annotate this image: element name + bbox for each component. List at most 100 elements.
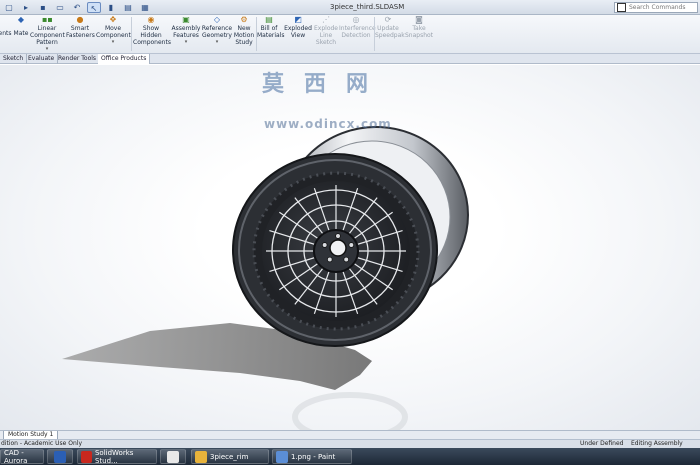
ribbon-label: Bill of Materials: [257, 25, 285, 39]
ribbon-separator: [131, 17, 132, 51]
dropdown-arrow-icon: ▾: [45, 46, 49, 52]
tab-office-products[interactable]: Office Products: [98, 54, 151, 64]
exploded-view-icon: ◩: [294, 15, 302, 24]
watermark-logo: 莫西网: [262, 71, 389, 97]
ribbon-label: ents: [0, 30, 12, 37]
title-bar: ▢ ▸ ▪ ▭ ↶ ↖ ▮ ▤ ▦ 3piece_third.SLDASM Se…: [0, 0, 700, 15]
status-edition: dition - Academic Use Only: [1, 440, 82, 447]
app-icon: [167, 450, 179, 463]
ribbon-components-button[interactable]: ents: [0, 30, 12, 37]
tab-sketch[interactable]: Sketch: [0, 54, 28, 64]
taskbar-label: 3piece_rim: [210, 452, 249, 461]
command-tabs: Sketch Evaluate Render Tools Office Prod…: [0, 54, 700, 64]
taskbar-label: SolidWorks Stud...: [94, 448, 134, 465]
ribbon-new-motion-study-button[interactable]: ⚙ New Motion Study: [233, 15, 255, 47]
file-properties-icon[interactable]: ▤: [121, 2, 135, 13]
ribbon-interference-button[interactable]: ◎ Interference Detection: [339, 15, 376, 40]
speedpak-icon: ⟳: [384, 15, 392, 24]
options-icon[interactable]: ▦: [138, 2, 152, 13]
solidworks-icon: [81, 450, 92, 463]
ribbon-assembly-features-button[interactable]: ▣ Assembly Features ▾: [171, 16, 201, 46]
open-file-icon[interactable]: ▸: [19, 2, 33, 13]
explode-line-icon: ⋰: [322, 15, 330, 24]
ribbon-label: Take Snapshot: [404, 25, 434, 39]
ribbon-smart-fasteners-button[interactable]: ● Smart Fasteners: [66, 15, 95, 40]
ribbon-linear-pattern-button[interactable]: ▪▪ Linear Component Pattern ▾: [30, 15, 65, 53]
lug-hole: [335, 233, 341, 239]
document-title: 3piece_third.SLDASM: [330, 3, 405, 11]
taskbar-item-cad-aurora[interactable]: CAD - Aurora: [0, 448, 44, 465]
taskbar-label: CAD - Aurora: [4, 448, 28, 465]
status-mode: Editing Assembly: [631, 440, 683, 447]
show-hidden-icon: ◉: [147, 15, 155, 24]
save-icon[interactable]: ▪: [36, 2, 50, 13]
rim-center-bore: [329, 239, 347, 257]
ribbon-exploded-view-button[interactable]: ◩ Exploded View: [283, 15, 313, 40]
ribbon-reference-geometry-button[interactable]: ◇ Reference Geometry ▾: [201, 16, 233, 46]
taskbar-item-word[interactable]: [47, 449, 73, 464]
ribbon-bom-button[interactable]: ▤ Bill of Materials: [257, 15, 285, 40]
floor-reflection: [292, 392, 408, 430]
ribbon-label: Interference Detection: [339, 25, 376, 39]
word-icon: [54, 450, 66, 463]
ribbon-label: New Motion Study: [233, 25, 255, 46]
undo-icon[interactable]: ↶: [70, 2, 84, 13]
taskbar-item-3piece-rim[interactable]: 3piece_rim: [191, 449, 269, 464]
watermark-url: www.odincx.com: [264, 117, 392, 131]
interference-icon: ◎: [352, 15, 360, 24]
bill-of-materials-icon: ▤: [265, 15, 273, 24]
ribbon-label: Mate: [13, 30, 29, 37]
taskbar-label: 1.png - Paint: [291, 452, 336, 461]
taskbar-item-app[interactable]: [160, 449, 186, 464]
dropdown-arrow-icon: ▾: [184, 39, 188, 45]
ribbon-label: Move Component: [96, 25, 131, 39]
command-manager-ribbon: ents ◆ Mate ▪▪ Linear Component Pattern ▾ ●…: [0, 15, 700, 54]
dropdown-arrow-icon: ▾: [215, 39, 219, 45]
ribbon-label: Smart Fasteners: [66, 25, 95, 39]
taskbar-item-paint[interactable]: 1.png - Paint: [272, 449, 352, 464]
motion-study-icon: ⚙: [240, 15, 248, 24]
taskbar-item-solidworks[interactable]: SolidWorks Stud...: [77, 448, 157, 465]
move-component-icon: ✥: [109, 15, 117, 24]
tab-evaluate[interactable]: Evaluate: [25, 54, 59, 64]
lug-hole: [326, 256, 333, 263]
linear-pattern-icon: ▪▪: [42, 15, 53, 24]
ribbon-explode-line-sketch-button[interactable]: ⋰ Explode Line Sketch: [313, 15, 339, 47]
search-commands-box[interactable]: Search Commands: [614, 2, 698, 13]
lug-hole: [321, 242, 328, 248]
ribbon-label: Linear Component Pattern: [30, 25, 65, 46]
search-placeholder: Search Commands: [629, 4, 686, 11]
rebuild-icon[interactable]: ▮: [104, 2, 118, 13]
ribbon-label: Update Speedpak: [375, 25, 405, 39]
folder-icon: [195, 450, 207, 463]
assembly-features-icon: ▣: [182, 15, 190, 24]
mate-icon: ◆: [17, 15, 25, 24]
status-definition: Under Defined: [580, 440, 624, 447]
new-file-icon[interactable]: ▢: [2, 2, 16, 13]
print-icon[interactable]: ▭: [53, 2, 67, 13]
camera-icon: ◙: [415, 15, 423, 24]
tab-render-tools[interactable]: Render Tools: [55, 54, 101, 64]
search-icon: [617, 3, 626, 12]
select-icon[interactable]: ↖: [87, 2, 101, 13]
ribbon-label: Reference Geometry: [201, 25, 233, 39]
ribbon-show-hidden-button[interactable]: ◉ Show Hidden Components: [133, 15, 171, 47]
ribbon-update-speedpak-button[interactable]: ⟳ Update Speedpak: [375, 15, 405, 40]
ribbon-label: Show Hidden Components: [133, 25, 171, 46]
paint-icon: [276, 450, 288, 463]
ribbon-label: Assembly Features: [171, 25, 201, 39]
lug-hole: [343, 256, 350, 263]
fastener-icon: ●: [76, 15, 84, 24]
reference-geometry-icon: ◇: [213, 15, 221, 24]
ribbon-move-component-button[interactable]: ✥ Move Component ▾: [96, 15, 131, 46]
ribbon-label: Explode Line Sketch: [314, 25, 338, 46]
graphics-area[interactable]: 莫西网 www.odincx.com: [0, 65, 700, 430]
ribbon-take-snapshot-button[interactable]: ◙ Take Snapshot: [403, 15, 435, 40]
ribbon-label: Exploded View: [284, 25, 312, 39]
windows-taskbar: CAD - Aurora SolidWorks Stud... 3piece_r…: [0, 448, 700, 465]
status-bar: dition - Academic Use Only Under Defined…: [0, 439, 700, 448]
quick-access-toolbar: ▢ ▸ ▪ ▭ ↶ ↖ ▮ ▤ ▦: [2, 2, 152, 13]
ribbon-mate-button[interactable]: ◆ Mate: [12, 15, 30, 38]
motion-study-bar: Motion Study 1: [0, 430, 700, 440]
lug-hole: [348, 242, 355, 248]
